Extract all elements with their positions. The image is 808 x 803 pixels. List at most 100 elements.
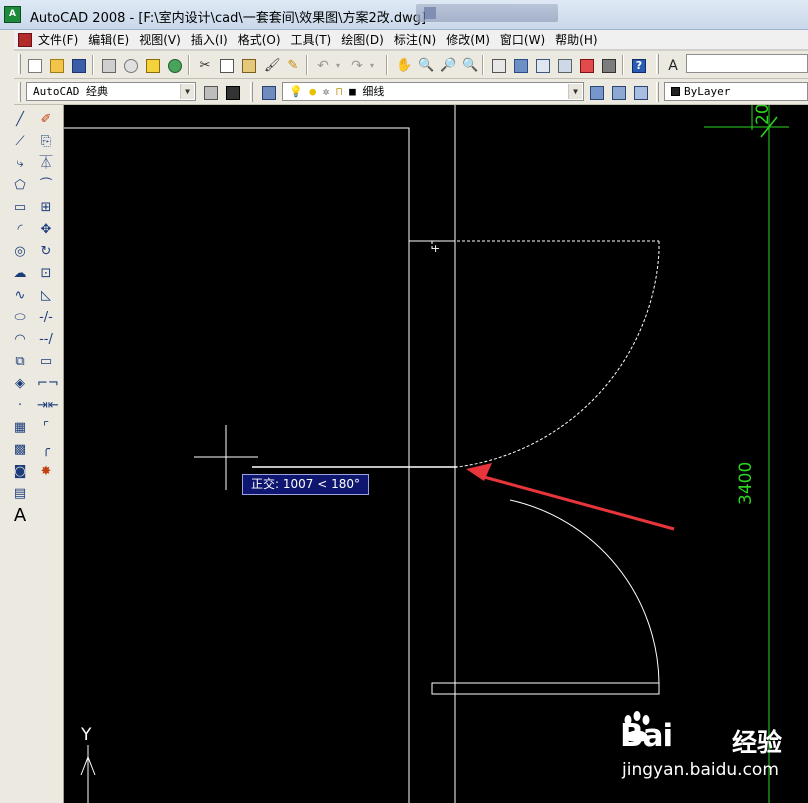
block-editor-button[interactable]: ✎ bbox=[282, 55, 302, 75]
menu-draw[interactable]: 绘图(D) bbox=[341, 32, 392, 48]
plot-button[interactable] bbox=[98, 55, 118, 75]
new-file-icon bbox=[28, 59, 42, 73]
drawing-canvas[interactable]: + 正交: 1007 < 180° 3400 20 Y 经验 jingyan.b… bbox=[64, 105, 808, 803]
undo-dropdown-button[interactable]: ▾ bbox=[334, 55, 344, 75]
plot-preview-button[interactable] bbox=[120, 55, 140, 75]
erase-tool[interactable]: ✐ bbox=[35, 109, 57, 131]
gradient-tool[interactable]: ▩ bbox=[9, 439, 31, 461]
region-tool[interactable]: ◙ bbox=[9, 461, 31, 483]
redo-dropdown-button[interactable]: ▾ bbox=[368, 55, 378, 75]
arc-tool[interactable]: ◜ bbox=[9, 219, 31, 241]
properties-button[interactable] bbox=[488, 55, 508, 75]
revision-cloud-tool[interactable]: ☁ bbox=[9, 263, 31, 285]
extend-tool[interactable]: --/ bbox=[35, 329, 57, 351]
menu-edit[interactable]: 编辑(E) bbox=[88, 32, 137, 48]
save-button[interactable] bbox=[68, 55, 88, 75]
construction-line-tool[interactable]: ⟋ bbox=[9, 131, 31, 153]
paste-button[interactable] bbox=[238, 55, 258, 75]
scale-tool[interactable]: ⊡ bbox=[35, 263, 57, 285]
my-workspace-button[interactable] bbox=[222, 82, 242, 102]
quickcalc-button[interactable] bbox=[598, 55, 618, 75]
help-button[interactable]: ? bbox=[628, 55, 648, 75]
ellipse-arc-tool[interactable]: ◠ bbox=[9, 329, 31, 351]
copy-button[interactable] bbox=[216, 55, 236, 75]
toolbar-grip[interactable] bbox=[656, 54, 659, 74]
multiline-text-tool[interactable]: A bbox=[9, 505, 31, 527]
spline-tool[interactable]: ∿ bbox=[9, 285, 31, 307]
toolbar-grip[interactable] bbox=[18, 82, 21, 102]
text-style-button[interactable]: A bbox=[662, 55, 682, 75]
menu-help[interactable]: 帮助(H) bbox=[555, 32, 605, 48]
array-tool[interactable]: ⊞ bbox=[35, 197, 57, 219]
menu-tools[interactable]: 工具(T) bbox=[291, 32, 340, 48]
polyline-tool[interactable]: ⤷ bbox=[9, 153, 31, 175]
new-button[interactable] bbox=[24, 55, 44, 75]
workspace-dropdown[interactable]: AutoCAD 经典 ▼ bbox=[26, 82, 196, 101]
toolbar-grip[interactable] bbox=[250, 82, 253, 102]
layers-stack-icon bbox=[262, 86, 276, 100]
color-dropdown[interactable]: ByLayer bbox=[664, 82, 808, 101]
trim-tool[interactable]: -/- bbox=[35, 307, 57, 329]
publish-button[interactable] bbox=[142, 55, 162, 75]
tool-palettes-button[interactable] bbox=[532, 55, 552, 75]
zoom-realtime-button[interactable]: 🔍 bbox=[414, 55, 434, 75]
menu-format[interactable]: 格式(O) bbox=[238, 32, 289, 48]
menu-file[interactable]: 文件(F) bbox=[38, 32, 86, 48]
ellipse-tool[interactable]: ⬭ bbox=[9, 307, 31, 329]
zoom-window-button[interactable]: 🔎 bbox=[436, 55, 456, 75]
mirror-tool[interactable]: ⏄ bbox=[35, 153, 57, 175]
offset-tool[interactable]: ⏜ bbox=[35, 175, 57, 197]
undo-button[interactable]: ↶ bbox=[312, 55, 332, 75]
zoom-previous-button[interactable]: 🔍 bbox=[458, 55, 478, 75]
menu-modify[interactable]: 修改(M) bbox=[446, 32, 498, 48]
stretch-tool[interactable]: ◺ bbox=[35, 285, 57, 307]
toolbar-grip[interactable] bbox=[656, 82, 659, 102]
text-style-dropdown[interactable] bbox=[686, 54, 808, 73]
layer-state-button[interactable] bbox=[630, 82, 650, 102]
background-window-tab[interactable] bbox=[416, 4, 558, 22]
tab-icon bbox=[424, 7, 436, 19]
polygon-tool[interactable]: ⬠ bbox=[9, 175, 31, 197]
circle-tool[interactable]: ◎ bbox=[9, 241, 31, 263]
workspace-settings-button[interactable] bbox=[200, 82, 220, 102]
hatch-tool[interactable]: ▦ bbox=[9, 417, 31, 439]
drawing-svg: + bbox=[64, 105, 789, 803]
table-tool[interactable]: ▤ bbox=[9, 483, 31, 505]
layer-dropdown[interactable]: 💡 ● ✲ ⊓ ■ 细线 ▼ bbox=[282, 82, 584, 101]
menu-dimension[interactable]: 标注(N) bbox=[394, 32, 444, 48]
match-properties-button[interactable]: 🖌 bbox=[260, 55, 281, 75]
rectangle-tool[interactable]: ▭ bbox=[9, 197, 31, 219]
menu-insert[interactable]: 插入(I) bbox=[191, 32, 236, 48]
menu-view[interactable]: 视图(V) bbox=[139, 32, 189, 48]
cut-button[interactable]: ✂ bbox=[194, 55, 214, 75]
document-icon[interactable] bbox=[18, 33, 32, 47]
point-tool[interactable]: · bbox=[9, 395, 31, 417]
join-tool[interactable]: ⇥⇤ bbox=[35, 395, 59, 417]
redo-button[interactable]: ↷ bbox=[346, 55, 366, 75]
insert-block-icon: ⧉ bbox=[15, 354, 25, 369]
rotate-tool[interactable]: ↻ bbox=[35, 241, 57, 263]
line-tool[interactable]: ╱ bbox=[9, 109, 31, 131]
layer-properties-button[interactable] bbox=[258, 82, 278, 102]
open-button[interactable] bbox=[46, 55, 66, 75]
3d-dwf-button[interactable] bbox=[164, 55, 184, 75]
make-layer-current-button[interactable] bbox=[586, 82, 606, 102]
break-tool[interactable]: ⌐¬ bbox=[35, 373, 59, 395]
insert-block-tool[interactable]: ⧉ bbox=[9, 351, 31, 373]
toolbar-grip[interactable] bbox=[18, 54, 21, 74]
copy-tool[interactable]: ⎘ bbox=[35, 131, 57, 153]
design-center-button[interactable] bbox=[510, 55, 530, 75]
sheet-set-icon bbox=[558, 59, 572, 73]
chamfer-tool[interactable]: ⌜ bbox=[35, 417, 57, 439]
break-at-point-tool[interactable]: ▭ bbox=[35, 351, 57, 373]
spline-icon: ∿ bbox=[14, 288, 26, 303]
sheet-set-button[interactable] bbox=[554, 55, 574, 75]
make-block-tool[interactable]: ◈ bbox=[9, 373, 31, 395]
move-tool[interactable]: ✥ bbox=[35, 219, 57, 241]
pan-realtime-button[interactable]: ✋ bbox=[392, 55, 412, 75]
markup-set-button[interactable] bbox=[576, 55, 596, 75]
fillet-tool[interactable]: ╭ bbox=[35, 439, 57, 461]
layer-previous-button[interactable] bbox=[608, 82, 628, 102]
explode-tool[interactable]: ✸ bbox=[35, 461, 57, 483]
menu-window[interactable]: 窗口(W) bbox=[500, 32, 553, 48]
